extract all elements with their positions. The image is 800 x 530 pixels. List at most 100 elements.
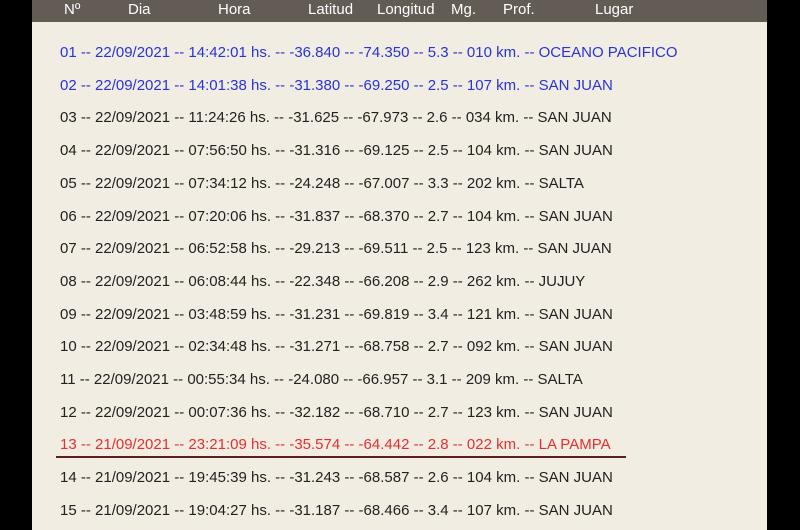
separator: -- [76,207,96,225]
row-place: SALTA [537,371,583,388]
separator: -- [170,469,189,487]
separator: -- [170,76,189,94]
row-depth: 123 [466,403,492,421]
separator: -- [448,272,467,290]
separator: -- [520,272,539,290]
row-depth: 022 [466,436,492,454]
separator: -- [520,76,539,94]
row-mag: 2.7 [427,338,449,356]
separator: -- [448,207,467,225]
separator: -- [520,403,539,421]
row-depth: 121 [466,305,492,323]
row-num: 08 [60,272,77,290]
row-num: 02 [60,76,77,94]
row-lon: -66.208 [358,272,410,290]
separator: -- [408,109,427,127]
header-latitude: Latitud [308,1,354,18]
separator: -- [271,501,290,519]
separator: -- [409,142,428,160]
row-place: SAN JUAN [538,76,613,94]
row-mag: 3.4 [427,501,449,519]
separator: -- [520,501,539,519]
separator: -- [409,338,428,356]
row-depth: 262 [466,272,492,290]
row-lon: -69.511 [358,240,409,258]
row-date: 22/09/2021 [95,174,171,192]
separator: -- [76,109,96,127]
row-depth: 123 [465,240,491,258]
row-date: 22/09/2021 [95,240,171,258]
hours-suffix: hs. [250,501,271,519]
row-lon: -68.466 [358,501,410,519]
separator: -- [269,109,289,127]
row-date: 22/09/2021 [95,207,171,225]
row-mag: 3.4 [427,305,449,323]
list-item: 03 -- 22/09/2021 -- 11:24:26 hs. -- -31.… [60,108,612,128]
separator: -- [170,207,189,225]
row-num: 05 [60,174,77,192]
row-time: 03:48:59 [188,305,247,323]
list-item: 09 -- 22/09/2021 -- 03:48:59 hs. -- -31.… [60,305,613,325]
row-place: JUJUY [538,272,586,290]
separator: -- [520,436,539,454]
list-item: 14 -- 21/09/2021 -- 19:45:39 hs. -- -31.… [60,468,613,488]
separator: -- [448,436,467,454]
list-item: 15 -- 21/09/2021 -- 19:04:27 hs. -- -31.… [60,501,613,521]
separator: -- [448,403,467,421]
hours-suffix: hs. [250,403,271,421]
hours-suffix: hs. [250,207,271,225]
row-lon: -67.007 [358,174,410,192]
row-place: SAN JUAN [538,338,613,356]
separator: -- [269,371,289,388]
list-item: 10 -- 22/09/2021 -- 02:34:48 hs. -- -31.… [60,337,613,357]
row-mag: 5.3 [427,44,449,61]
separator: -- [340,305,359,323]
list-item: 13 -- 21/09/2021 -- 23:21:09 hs. -- -35.… [60,435,611,455]
row-num: 12 [60,403,77,421]
separator: -- [76,272,96,290]
separator: -- [271,338,290,356]
separator: -- [409,436,428,454]
row-date: 22/09/2021 [95,272,171,290]
row-depth: 034 [465,109,491,127]
hours-suffix: hs. [250,305,271,323]
km-suffix: km. [496,305,521,323]
row-mag: 2.8 [427,436,449,454]
km-suffix: km. [496,469,521,487]
separator: -- [448,338,467,356]
seismic-report-page: Nº Dia Hora Latitud Longitud Mg. Prof. L… [32,0,767,530]
separator: -- [520,142,539,160]
row-num: 15 [60,501,77,519]
row-time: 14:42:01 [188,44,247,61]
row-time: 02:34:48 [188,338,247,356]
row-lat: -31.243 [289,469,341,487]
separator: -- [170,305,189,323]
header-place: Lugar [595,1,634,18]
row-mag: 2.9 [427,272,449,290]
header-depth: Prof. [503,1,535,18]
list-item: 11 -- 22/09/2021 -- 00:55:34 hs. -- -24.… [60,370,583,390]
separator: -- [271,76,290,94]
km-suffix: km. [495,109,520,127]
hours-suffix: hs. [249,109,270,127]
separator: -- [340,142,359,160]
separator: -- [271,240,290,258]
km-suffix: km. [496,501,521,519]
row-lat: -31.380 [289,76,341,94]
row-num: 11 [60,371,76,388]
separator: -- [271,142,290,160]
separator: -- [76,240,96,258]
separator: -- [409,207,428,225]
row-place: SAN JUAN [537,109,612,127]
row-lat: -35.574 [289,436,341,454]
row-date: 22/09/2021 [95,338,171,356]
separator: -- [519,240,538,258]
separator: -- [447,371,466,388]
row-mag: 2.6 [426,109,448,127]
hours-suffix: hs. [250,272,271,290]
row-lat: -22.348 [289,272,341,290]
separator: -- [170,501,189,519]
row-date: 22/09/2021 [95,403,171,421]
row-num: 07 [60,240,77,258]
row-date: 22/09/2021 [95,305,171,323]
